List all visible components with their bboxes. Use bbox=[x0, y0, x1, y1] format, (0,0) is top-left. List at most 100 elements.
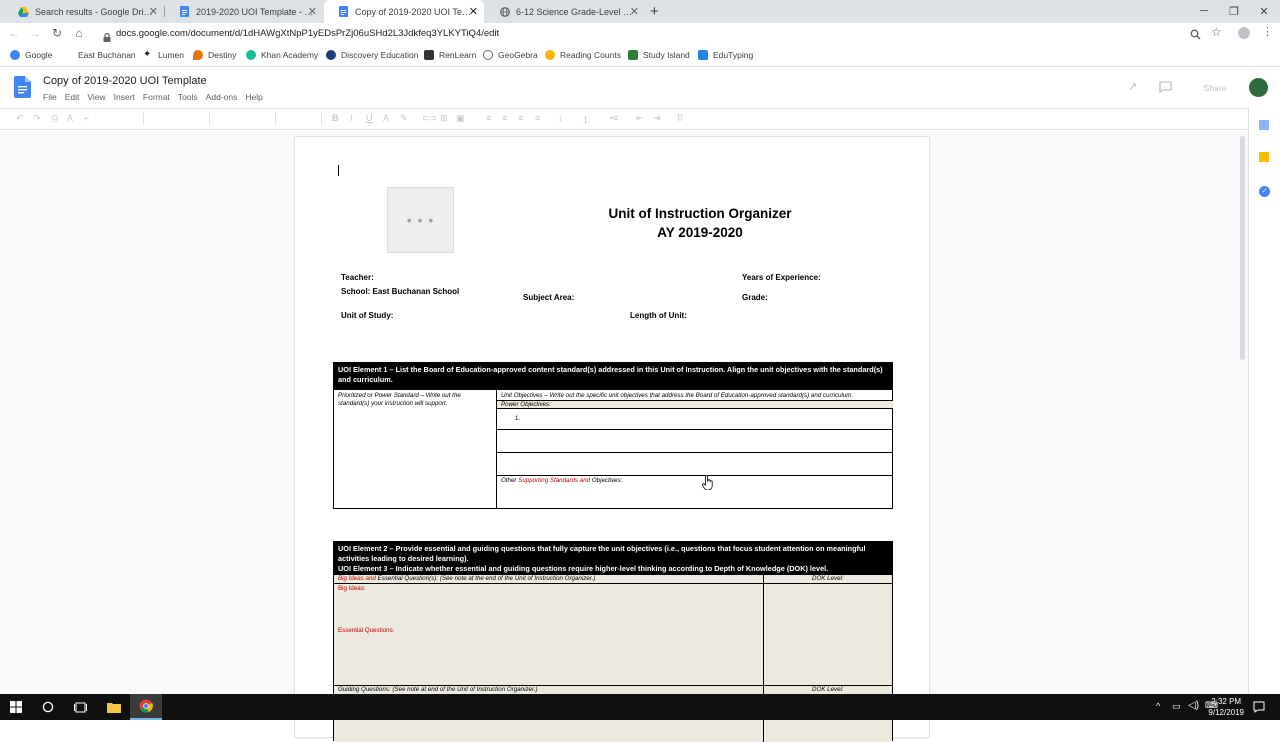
big-ideas-label[interactable]: Big Ideas: bbox=[338, 585, 366, 593]
tab-google-drive[interactable]: Search results - Google Drive ✕ bbox=[4, 0, 164, 23]
bookmark-edutyping[interactable]: EduTyping bbox=[698, 50, 753, 60]
italic-icon[interactable]: I bbox=[350, 113, 353, 123]
menu-help[interactable]: Help bbox=[245, 92, 262, 102]
increase-indent-icon[interactable]: ⇥ bbox=[653, 113, 661, 124]
star-icon[interactable]: ☆ bbox=[1211, 25, 1222, 39]
font-size-select[interactable] bbox=[282, 113, 322, 125]
align-justify-icon[interactable]: ≡ bbox=[535, 113, 540, 123]
link-icon[interactable]: ⊂⊃ bbox=[422, 113, 437, 124]
add-comment-icon[interactable]: ⊞ bbox=[440, 113, 448, 124]
lumen-icon: ✦ bbox=[143, 49, 152, 60]
bookmark-destiny[interactable]: Destiny bbox=[193, 50, 236, 60]
new-tab-button[interactable]: + bbox=[650, 3, 659, 20]
share-button[interactable]: Share bbox=[1191, 79, 1239, 97]
bookmark-reading-counts[interactable]: Reading Counts bbox=[545, 50, 621, 60]
volume-icon[interactable]: ◁) bbox=[1188, 700, 1199, 711]
style-select[interactable] bbox=[150, 113, 210, 125]
more-menu-icon[interactable]: ⋮ bbox=[1262, 25, 1273, 38]
menu-edit[interactable]: Edit bbox=[65, 92, 80, 102]
task-view-icon[interactable] bbox=[64, 694, 96, 720]
tab-copy-uoi-template[interactable]: Copy of 2019-2020 UOI Templat ✕ bbox=[324, 0, 484, 23]
calendar-icon[interactable] bbox=[1259, 120, 1269, 130]
menu-tools[interactable]: Tools bbox=[178, 92, 198, 102]
document-title[interactable]: Copy of 2019-2020 UOI Template bbox=[43, 75, 207, 87]
vertical-scrollbar[interactable] bbox=[1240, 136, 1245, 360]
activity-trend-icon[interactable]: ↗ bbox=[1128, 80, 1137, 93]
bold-icon[interactable]: B bbox=[332, 113, 339, 123]
forward-arrow-icon[interactable]: → bbox=[27, 26, 43, 40]
power-standard-cell[interactable]: Prioritized or Power Standard – Write ou… bbox=[338, 392, 488, 408]
zoom-select[interactable] bbox=[104, 113, 144, 125]
align-left-icon[interactable]: ≡ bbox=[486, 113, 491, 123]
bookmark-study-island[interactable]: Study Island bbox=[628, 50, 690, 60]
undo-icon[interactable]: ↶ bbox=[16, 113, 24, 124]
docs-home-icon[interactable] bbox=[14, 76, 31, 103]
spellcheck-icon[interactable]: A bbox=[67, 113, 73, 123]
line-spacing-icon[interactable]: ↕ bbox=[558, 113, 563, 123]
tab-science-expectations[interactable]: 6-12 Science Grade-Level Expect ✕ bbox=[485, 0, 645, 23]
network-icon[interactable]: ▭ bbox=[1172, 701, 1181, 712]
home-icon[interactable]: ⌂ bbox=[71, 26, 87, 40]
url-field[interactable]: docs.google.com/document/d/1dHAWgXtNpP1y… bbox=[116, 28, 499, 39]
decrease-indent-icon[interactable]: ⇤ bbox=[636, 113, 644, 124]
user-avatar[interactable] bbox=[1249, 78, 1268, 97]
close-icon[interactable]: ✕ bbox=[630, 5, 639, 18]
paint-format-icon[interactable]: ⌐ bbox=[84, 113, 89, 123]
font-select[interactable] bbox=[216, 113, 276, 125]
menu-add-ons[interactable]: Add-ons bbox=[206, 92, 238, 102]
align-center-icon[interactable]: ≡ bbox=[502, 113, 507, 123]
bookmark-khan-academy[interactable]: Khan Academy bbox=[246, 50, 318, 60]
underline-icon[interactable]: U bbox=[366, 113, 373, 123]
redo-icon[interactable]: ↷ bbox=[33, 113, 41, 124]
menu-view[interactable]: View bbox=[87, 92, 105, 102]
chrome-taskbar-icon[interactable] bbox=[130, 694, 162, 720]
element-1-header: UOI Element 1 – List the Board of Educat… bbox=[334, 363, 892, 390]
back-arrow-icon[interactable]: ← bbox=[6, 26, 22, 40]
bookmark-lumen[interactable]: ✦ Lumen bbox=[143, 49, 184, 61]
cortana-search-icon[interactable] bbox=[32, 694, 64, 720]
tab-uoi-template[interactable]: 2019-2020 UOI Template - Goog ✕ bbox=[165, 0, 323, 23]
google-drive-icon bbox=[18, 6, 29, 17]
document-page[interactable]: • • • Unit of Instruction Organizer AY 2… bbox=[295, 137, 929, 742]
heading-line-1: Unit of Instruction Organizer bbox=[608, 206, 792, 221]
bookmark-discovery-education[interactable]: Discovery Education bbox=[326, 50, 418, 60]
numbered-list-icon[interactable]: ⒈ bbox=[582, 113, 591, 126]
other-standards-cell[interactable]: Other Supporting Standards and Objective… bbox=[501, 477, 891, 485]
bulleted-list-icon[interactable]: •≡ bbox=[610, 113, 618, 123]
bookmark-renlearn[interactable]: RenLearn bbox=[424, 50, 476, 60]
logo-image-placeholder[interactable]: • • • bbox=[387, 187, 454, 253]
unit-objectives-cell[interactable]: Unit Objectives – Write out the specific… bbox=[501, 392, 893, 400]
insert-image-icon[interactable]: ▣ bbox=[456, 113, 465, 124]
bookmark-geogebra[interactable]: GeoGebra bbox=[483, 50, 538, 60]
keep-icon[interactable] bbox=[1259, 152, 1269, 162]
highlight-icon[interactable]: ✎ bbox=[400, 113, 408, 124]
comments-icon[interactable] bbox=[1159, 80, 1172, 98]
close-icon[interactable]: ✕ bbox=[308, 5, 317, 18]
file-explorer-icon[interactable] bbox=[98, 694, 130, 720]
windows-start-icon[interactable] bbox=[0, 694, 32, 720]
tab-label: 2019-2020 UOI Template - Goog bbox=[196, 6, 314, 17]
print-icon[interactable]: ⎙ bbox=[51, 113, 58, 124]
bookmark-google[interactable]: Google bbox=[10, 50, 52, 60]
essential-questions-label[interactable]: Essential Questions: bbox=[338, 627, 394, 635]
bookmark-east-buchanan[interactable]: East Buchanan bbox=[63, 50, 136, 60]
menu-file[interactable]: File bbox=[43, 92, 57, 102]
close-window-button[interactable]: ✕ bbox=[1249, 0, 1279, 22]
minimize-button[interactable]: ─ bbox=[1189, 0, 1219, 22]
profile-avatar[interactable] bbox=[1238, 27, 1250, 39]
restore-button[interactable]: ❐ bbox=[1219, 0, 1249, 22]
search-icon[interactable] bbox=[1190, 27, 1201, 45]
align-right-icon[interactable]: ≡ bbox=[518, 113, 523, 123]
reload-icon[interactable]: ↻ bbox=[49, 26, 65, 40]
taskbar-clock[interactable]: 2:32 PM 9/12/2019 bbox=[1208, 696, 1244, 718]
close-icon[interactable]: ✕ bbox=[149, 5, 158, 18]
menu-insert[interactable]: Insert bbox=[114, 92, 135, 102]
notification-center-icon[interactable] bbox=[1253, 700, 1265, 718]
show-hidden-icons[interactable]: ^ bbox=[1156, 701, 1160, 711]
close-icon[interactable]: ✕ bbox=[469, 5, 478, 18]
menu-format[interactable]: Format bbox=[143, 92, 170, 102]
text-color-icon[interactable]: A bbox=[383, 113, 389, 123]
clear-formatting-icon[interactable]: T̸ bbox=[676, 113, 682, 123]
tasks-icon[interactable]: ✓ bbox=[1259, 186, 1270, 197]
objective-item-1[interactable]: 1. bbox=[515, 415, 520, 423]
